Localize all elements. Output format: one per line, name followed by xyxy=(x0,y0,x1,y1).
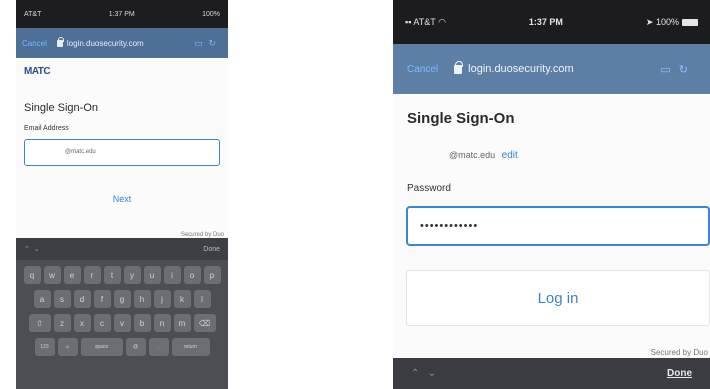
key[interactable]: z xyxy=(53,314,71,332)
key[interactable]: w xyxy=(43,266,61,284)
airplay-icon[interactable]: ▭ xyxy=(194,38,209,48)
form-nav-arrows: ⌃ ⌄ xyxy=(24,245,40,253)
numbers-key[interactable]: 123 xyxy=(34,338,55,356)
phone-password-step: ▪▪ AT&T ◠ 1:37 PM ➤ 100% Cancel login.du… xyxy=(393,0,710,389)
chevron-down-icon[interactable]: ⌄ xyxy=(34,246,40,253)
clock-label: 1:37 PM xyxy=(528,17,563,27)
key[interactable]: p xyxy=(203,266,221,284)
url-text: login.duosecurity.com xyxy=(468,63,574,75)
key[interactable]: n xyxy=(153,314,171,332)
phone-email-step: AT&T 1:37 PM 100% Cancel login.duosecuri… xyxy=(16,0,228,389)
key[interactable]: o xyxy=(183,266,201,284)
key[interactable]: h xyxy=(133,290,151,308)
battery-icon xyxy=(681,18,698,26)
chevron-up-icon[interactable]: ⌃ xyxy=(24,246,30,253)
password-label: Password xyxy=(407,183,451,194)
key[interactable]: k xyxy=(173,290,191,308)
clock-label: 1:37 PM xyxy=(108,10,135,18)
reload-icon[interactable]: ↻ xyxy=(208,38,222,48)
chevron-up-icon[interactable]: ⌃ xyxy=(411,368,419,379)
status-bar: AT&T 1:37 PM 100% xyxy=(16,0,228,28)
page-title: Single Sign-On xyxy=(407,110,515,127)
lock-icon xyxy=(56,36,64,47)
toolbar-actions: ▭↻ xyxy=(660,63,696,76)
key[interactable]: m xyxy=(173,314,191,332)
keyboard-accessory-bar: ⌃ ⌄ Done xyxy=(393,358,710,389)
cancel-button[interactable]: Cancel xyxy=(22,39,47,48)
login-page: Single Sign-On @matc.edu edit Password •… xyxy=(393,94,710,358)
return-key[interactable]: return xyxy=(171,338,210,356)
period-key[interactable]: . xyxy=(148,338,169,356)
key[interactable]: j xyxy=(153,290,171,308)
keyboard-row: ⇧ z x c v b n m ⌫ xyxy=(19,314,225,332)
secured-by-duo: Secured by Duo xyxy=(650,348,708,357)
emoji-key[interactable]: ☺ xyxy=(57,338,78,356)
url-text: login.duosecurity.com xyxy=(66,38,144,48)
battery-label: 100% xyxy=(202,10,220,18)
cancel-button[interactable]: Cancel xyxy=(407,64,438,75)
browser-url-bar: Cancel login.duosecurity.com ▭↻ xyxy=(16,28,228,58)
key[interactable]: g xyxy=(113,290,131,308)
key[interactable]: y xyxy=(123,266,141,284)
email-display: @matc.edu edit xyxy=(449,150,518,161)
done-button[interactable]: Done xyxy=(203,246,220,253)
done-button[interactable]: Done xyxy=(667,368,692,379)
matc-logo: MATC xyxy=(24,66,51,77)
key[interactable]: e xyxy=(63,266,81,284)
keyboard-row: a s d f g h j k l xyxy=(19,290,225,308)
key[interactable]: x xyxy=(73,314,91,332)
airplay-icon[interactable]: ▭ xyxy=(660,64,678,76)
keyboard-row: 123 ☺ space @ . return xyxy=(19,338,225,356)
backspace-key[interactable]: ⌫ xyxy=(193,314,216,332)
browser-url-bar: Cancel login.duosecurity.com ▭↻ xyxy=(393,44,710,94)
wifi-icon: ◠ xyxy=(435,16,446,27)
edit-email-link[interactable]: edit xyxy=(502,150,518,161)
key[interactable]: i xyxy=(163,266,181,284)
carrier-label: AT&T xyxy=(24,10,42,18)
key[interactable]: v xyxy=(113,314,131,332)
email-text: @matc.edu xyxy=(449,150,496,160)
email-label: Email Address xyxy=(24,125,69,132)
key[interactable]: c xyxy=(93,314,111,332)
keyboard-accessory-bar: ⌃ ⌄ Done xyxy=(16,238,228,260)
login-page: MATC Single Sign-On Email Address @matc.… xyxy=(16,58,228,238)
login-button[interactable]: Log in xyxy=(406,270,710,326)
reload-icon[interactable]: ↻ xyxy=(679,64,696,76)
status-bar: ▪▪ AT&T ◠ 1:37 PM ➤ 100% xyxy=(393,0,710,44)
battery-label: 100% xyxy=(655,16,679,27)
key[interactable]: t xyxy=(103,266,121,284)
location-icon: ➤ xyxy=(645,16,656,27)
shift-key[interactable]: ⇧ xyxy=(28,314,51,332)
key[interactable]: q xyxy=(23,266,41,284)
onscreen-keyboard: q w e r t y u i o p a s d f g h j k l ⇧ … xyxy=(16,260,228,389)
email-field[interactable]: @matc.edu xyxy=(24,139,220,166)
keyboard-row: q w e r t y u i o p xyxy=(19,266,225,284)
battery-indicator: ➤ 100% xyxy=(646,17,698,28)
toolbar-actions: ▭↻ xyxy=(194,38,222,49)
key[interactable]: f xyxy=(93,290,111,308)
key[interactable]: l xyxy=(193,290,211,308)
next-button[interactable]: Next xyxy=(16,194,228,204)
key[interactable]: d xyxy=(73,290,91,308)
password-field[interactable]: •••••••••••• xyxy=(406,206,710,246)
key[interactable]: u xyxy=(143,266,161,284)
carrier-label: ▪▪ AT&T ◠ xyxy=(405,16,446,27)
lock-icon xyxy=(454,60,464,74)
key[interactable]: a xyxy=(33,290,51,308)
key[interactable]: b xyxy=(133,314,151,332)
space-key[interactable]: space xyxy=(80,338,123,356)
chevron-down-icon[interactable]: ⌄ xyxy=(428,368,436,379)
at-key[interactable]: @ xyxy=(125,338,146,356)
page-title: Single Sign-On xyxy=(24,102,98,114)
screenshot-stage: AT&T 1:37 PM 100% Cancel login.duosecuri… xyxy=(0,0,710,389)
form-nav-arrows: ⌃ ⌄ xyxy=(411,368,436,379)
key[interactable]: r xyxy=(83,266,101,284)
key[interactable]: s xyxy=(53,290,71,308)
